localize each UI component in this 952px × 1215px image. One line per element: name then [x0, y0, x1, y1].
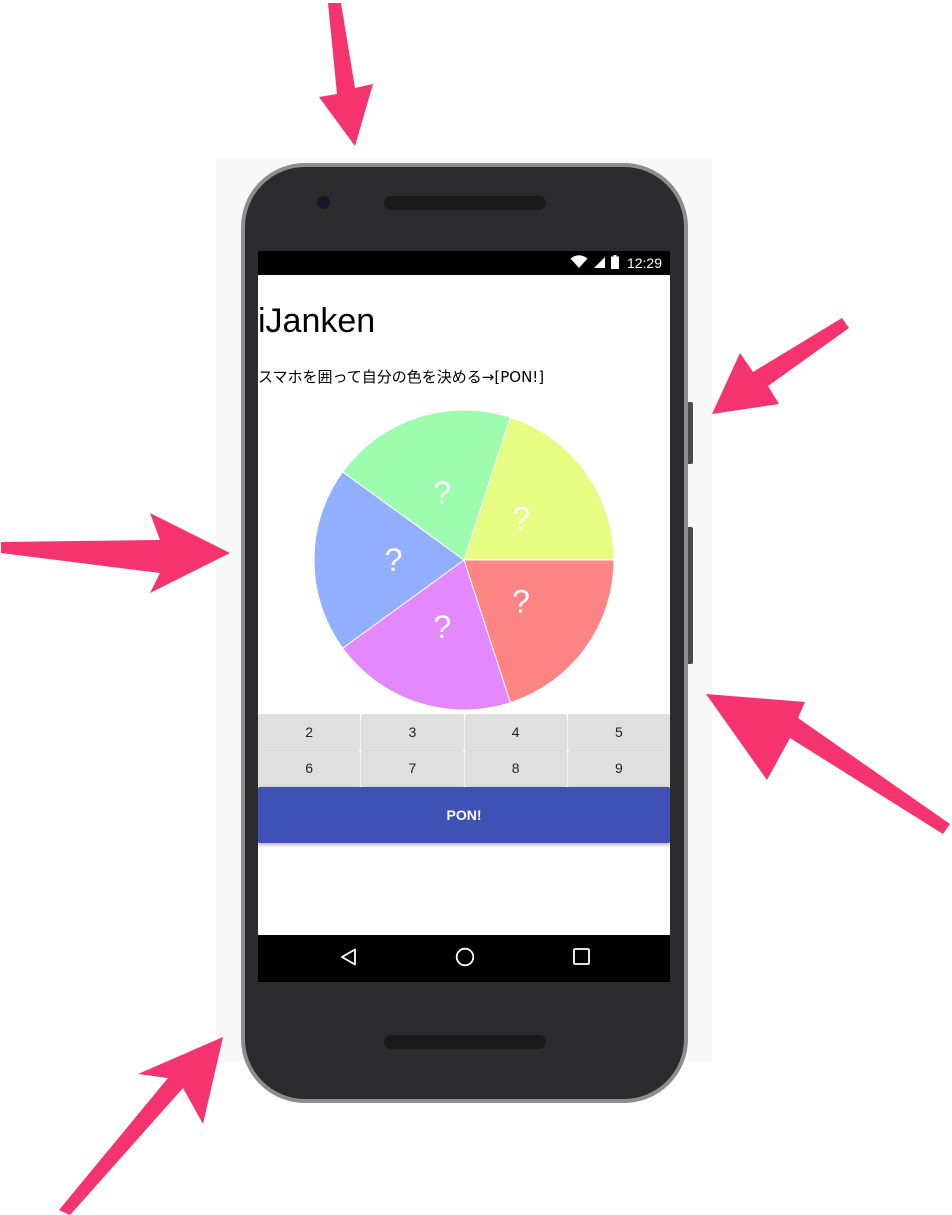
arrow-top-icon [319, 3, 373, 146]
annotation-arrows [1, 3, 950, 1215]
arrow-left-icon [1, 513, 230, 593]
arrow-right-lower-icon [706, 694, 950, 834]
arrow-right-upper-icon [712, 318, 849, 414]
arrow-bottom-left-icon [59, 1037, 223, 1215]
